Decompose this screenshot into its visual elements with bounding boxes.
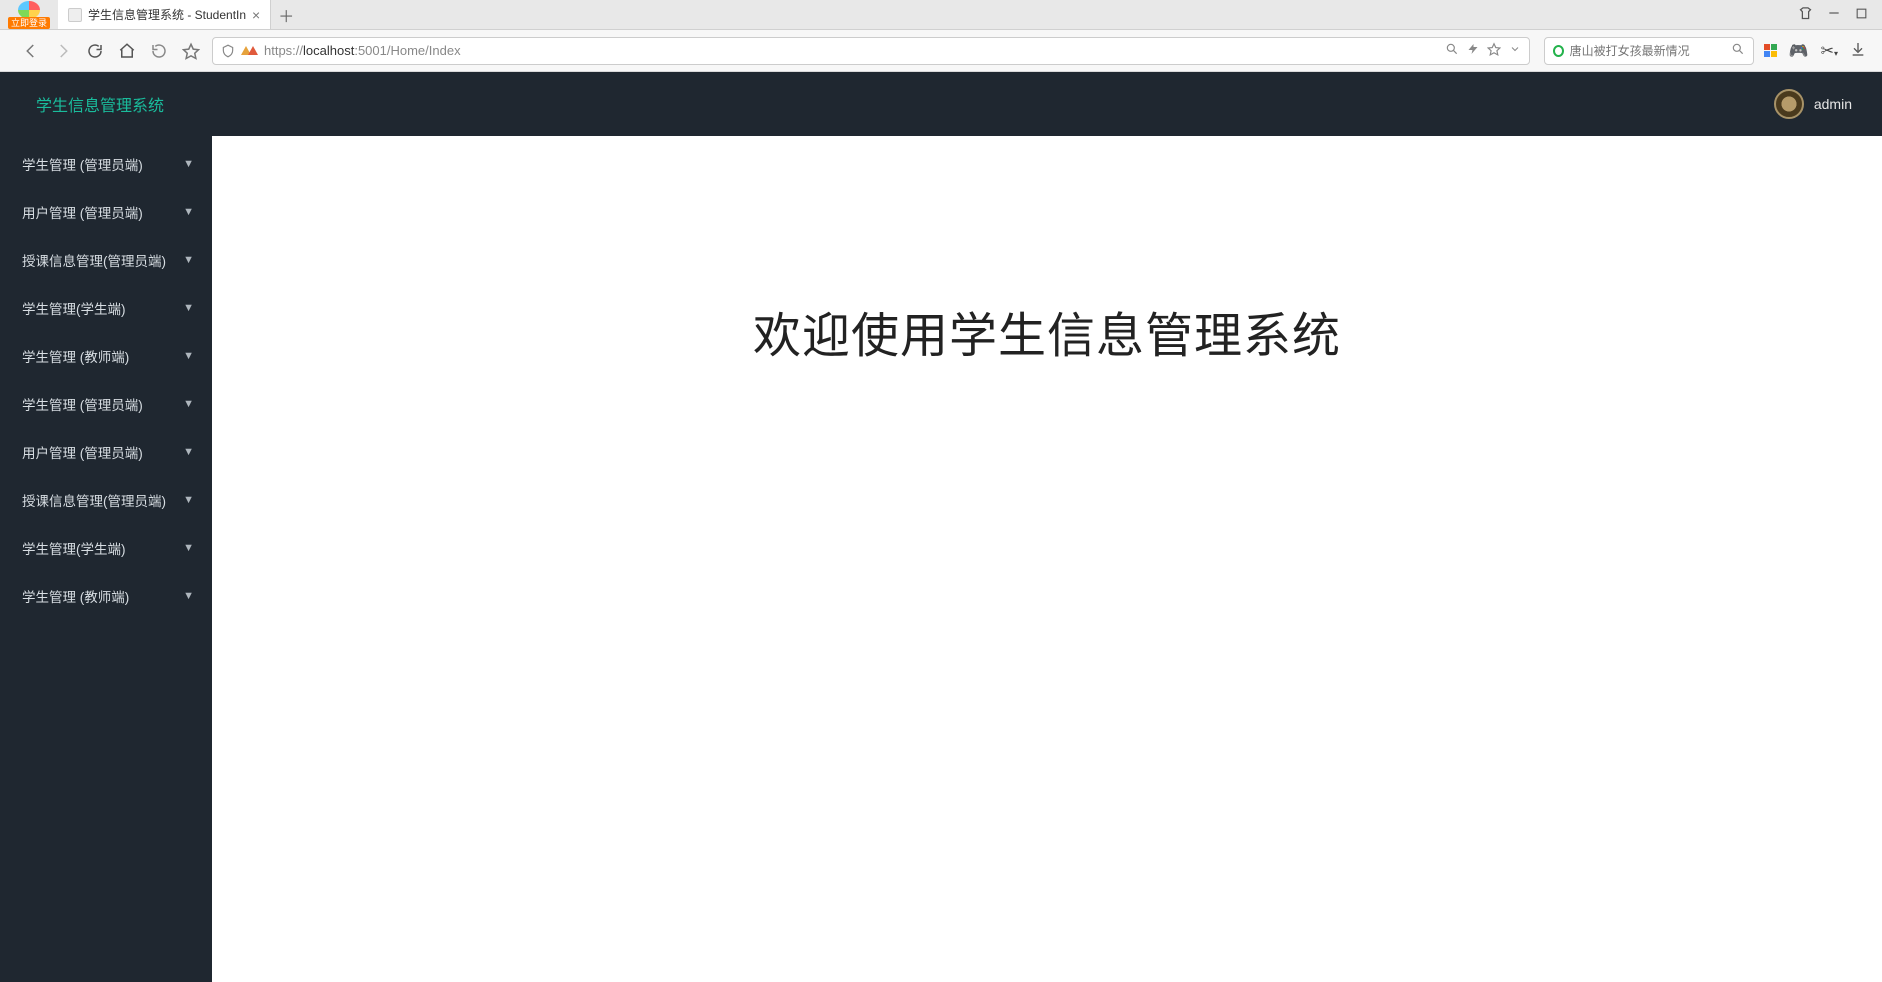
new-tab-button[interactable]: ＋ — [271, 0, 301, 29]
sidebar-item-label: 授课信息管理(管理员端) — [22, 250, 166, 270]
username-label: admin — [1814, 96, 1852, 112]
chevron-down-icon: ▼ — [183, 206, 194, 218]
chevron-down-icon: ▼ — [183, 302, 194, 314]
browser-logo[interactable]: 立即登录 — [0, 0, 58, 29]
window-minimize-icon[interactable] — [1827, 6, 1841, 23]
sidebar-item-teaching-admin-2[interactable]: 授课信息管理(管理员端) ▼ — [0, 476, 212, 524]
extension-icons: 🎮 ✂▾ — [1764, 41, 1866, 61]
sidebar-item-label: 学生管理 (教师端) — [22, 586, 129, 606]
reload-button[interactable] — [86, 42, 104, 60]
browser-search-input[interactable] — [1570, 44, 1725, 58]
main-content: 欢迎使用学生信息管理系统 — [212, 136, 1882, 982]
sidebar-item-teaching-admin[interactable]: 授课信息管理(管理员端) ▼ — [0, 236, 212, 284]
user-menu[interactable]: admin — [1774, 89, 1852, 119]
browser-tab[interactable]: 学生信息管理系统 - StudentIn × — [58, 0, 271, 29]
tab-favicon-icon — [68, 8, 82, 22]
app-body: 学生管理 (管理员端) ▼ 用户管理 (管理员端) ▼ 授课信息管理(管理员端)… — [0, 136, 1882, 982]
sidebar-item-label: 学生管理 (管理员端) — [22, 394, 143, 414]
sidebar-item-student-student[interactable]: 学生管理(学生端) ▼ — [0, 284, 212, 332]
sidebar: 学生管理 (管理员端) ▼ 用户管理 (管理员端) ▼ 授课信息管理(管理员端)… — [0, 136, 212, 982]
sidebar-item-label: 学生管理(学生端) — [22, 538, 126, 558]
forward-button[interactable] — [54, 42, 72, 60]
shield-icon — [221, 44, 235, 58]
sidebar-item-student-admin[interactable]: 学生管理 (管理员端) ▼ — [0, 140, 212, 188]
bookmark-star-icon[interactable] — [182, 42, 200, 60]
login-badge[interactable]: 立即登录 — [8, 17, 50, 29]
browser-search-box[interactable] — [1544, 37, 1754, 65]
sidebar-item-student-teacher-2[interactable]: 学生管理 (教师端) ▼ — [0, 572, 212, 620]
chevron-down-icon: ▼ — [183, 542, 194, 554]
flash-icon[interactable] — [1467, 42, 1479, 59]
chevron-down-icon: ▼ — [183, 254, 194, 266]
undo-nav-button[interactable] — [150, 42, 168, 60]
welcome-heading: 欢迎使用学生信息管理系统 — [753, 296, 1341, 982]
sidebar-item-label: 授课信息管理(管理员端) — [22, 490, 166, 510]
gamepad-icon[interactable]: 🎮 — [1789, 41, 1809, 61]
sidebar-item-user-admin[interactable]: 用户管理 (管理员端) ▼ — [0, 188, 212, 236]
url-action-icons — [1445, 42, 1521, 59]
sidebar-item-student-admin-2[interactable]: 学生管理 (管理员端) ▼ — [0, 380, 212, 428]
tab-title: 学生信息管理系统 - StudentIn — [88, 6, 246, 23]
nav-buttons — [8, 42, 206, 60]
search-engine-icon — [1553, 45, 1564, 57]
chevron-down-icon[interactable] — [1509, 43, 1521, 58]
tab-close-icon[interactable]: × — [252, 8, 260, 22]
toolbar-right: 🎮 ✂▾ — [1536, 37, 1874, 65]
sidebar-item-label: 学生管理 (教师端) — [22, 346, 129, 366]
url-text: https://localhost:5001/Home/Index — [264, 43, 1439, 58]
sidebar-item-label: 学生管理(学生端) — [22, 298, 126, 318]
chevron-down-icon: ▼ — [183, 350, 194, 362]
url-input[interactable]: https://localhost:5001/Home/Index — [212, 37, 1530, 65]
window-controls — [1784, 0, 1882, 29]
chevron-down-icon: ▼ — [183, 398, 194, 410]
sidebar-item-student-student-2[interactable]: 学生管理(学生端) ▼ — [0, 524, 212, 572]
sidebar-item-label: 用户管理 (管理员端) — [22, 442, 143, 462]
sidebar-item-user-admin-2[interactable]: 用户管理 (管理员端) ▼ — [0, 428, 212, 476]
app-title[interactable]: 学生信息管理系统 — [36, 92, 164, 116]
home-button[interactable] — [118, 42, 136, 60]
chevron-down-icon: ▼ — [183, 158, 194, 170]
search-icon[interactable] — [1731, 42, 1745, 59]
download-icon[interactable] — [1850, 41, 1866, 60]
zoom-icon[interactable] — [1445, 42, 1459, 59]
sidebar-item-student-teacher[interactable]: 学生管理 (教师端) ▼ — [0, 332, 212, 380]
window-maximize-icon[interactable] — [1855, 7, 1868, 23]
window-skin-icon[interactable] — [1798, 6, 1813, 24]
scissors-icon[interactable]: ✂▾ — [1821, 41, 1838, 61]
app-header: 学生信息管理系统 admin — [0, 72, 1882, 136]
back-button[interactable] — [22, 42, 40, 60]
chevron-down-icon: ▼ — [183, 494, 194, 506]
sidebar-item-label: 用户管理 (管理员端) — [22, 202, 143, 222]
chevron-down-icon: ▼ — [183, 590, 194, 602]
security-warning-icon — [241, 46, 258, 55]
avatar — [1774, 89, 1804, 119]
chevron-down-icon: ▼ — [183, 446, 194, 458]
apps-grid-icon[interactable] — [1764, 44, 1777, 57]
favorite-star-icon[interactable] — [1487, 42, 1501, 59]
sidebar-item-label: 学生管理 (管理员端) — [22, 154, 143, 174]
browser-tab-bar: 立即登录 学生信息管理系统 - StudentIn × ＋ — [0, 0, 1882, 30]
browser-address-bar: https://localhost:5001/Home/Index — [0, 30, 1882, 72]
